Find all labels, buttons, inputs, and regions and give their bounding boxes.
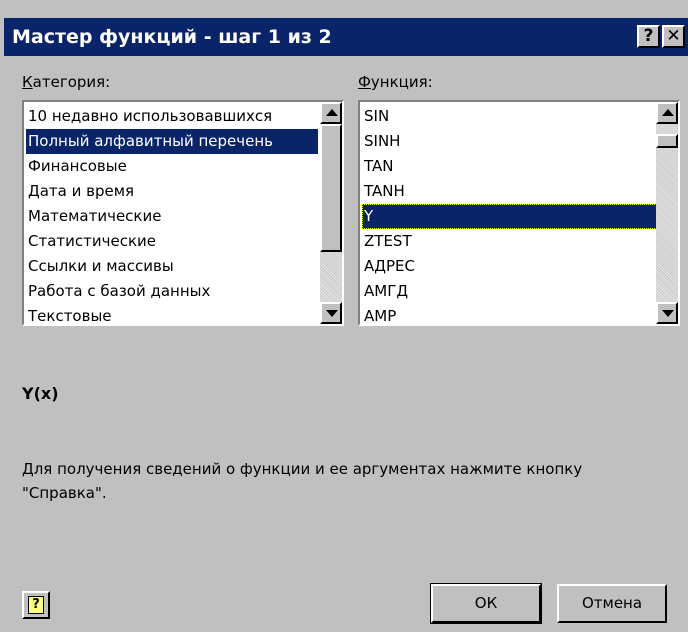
function-wizard-dialog: Мастер функций - шаг 1 из 2 ? ✕ Категори… [0, 0, 688, 632]
function-scroll-thumb[interactable] [656, 134, 678, 148]
category-listbox[interactable]: 10 недавно использовавшихся Полный алфави… [22, 100, 344, 326]
category-scrollbar[interactable] [320, 102, 342, 324]
category-list-item[interactable]: Математические [26, 204, 318, 229]
function-list-item[interactable]: TAN [362, 154, 657, 179]
function-list-item[interactable]: ZTEST [362, 229, 657, 254]
help-button[interactable]: ? [22, 591, 50, 619]
function-scrollbar[interactable] [656, 102, 678, 324]
help-icon: ? [28, 596, 44, 614]
arrow-up-icon [326, 109, 338, 116]
category-label-accel: К [22, 73, 33, 91]
function-label-text: ункция: [370, 73, 433, 91]
function-scroll-up-button[interactable] [656, 102, 678, 124]
function-list-item[interactable]: АМГД [362, 279, 657, 304]
category-list-item[interactable]: Полный алфавитный перечень [26, 129, 318, 154]
cancel-button[interactable]: Отмена [557, 584, 667, 623]
function-list-item[interactable]: Y [362, 204, 657, 229]
function-scroll-down-button[interactable] [656, 302, 678, 324]
category-list-item[interactable]: Дата и время [26, 179, 318, 204]
category-scroll-down-button[interactable] [320, 302, 342, 324]
arrow-up-icon [662, 109, 674, 116]
close-button[interactable]: ✕ [662, 25, 685, 48]
function-list-item[interactable]: TANH [362, 179, 657, 204]
category-scroll-thumb[interactable] [320, 124, 342, 252]
function-label: Функция: [358, 73, 433, 91]
function-list-item[interactable]: SINH [362, 129, 657, 154]
category-list-item[interactable]: Статистические [26, 229, 318, 254]
category-list-item[interactable]: Работа с базой данных [26, 279, 318, 304]
function-signature: Y(x) [22, 384, 59, 403]
category-list-item[interactable]: 10 недавно использовавшихся [26, 104, 318, 129]
ok-button[interactable]: ОК [430, 583, 542, 624]
function-description: Для получения сведений о функции и ее ар… [22, 460, 583, 502]
title-bar[interactable]: Мастер функций - шаг 1 из 2 ? ✕ [4, 18, 688, 56]
category-list-item[interactable]: Ссылки и массивы [26, 254, 318, 279]
arrow-down-icon [326, 310, 338, 317]
function-list-item[interactable]: SIN [362, 104, 657, 129]
arrow-down-icon [662, 310, 674, 317]
window-title: Мастер функций - шаг 1 из 2 [12, 26, 332, 48]
category-label-text: атегория: [32, 73, 111, 91]
function-list-item[interactable]: АДРЕС [362, 254, 657, 279]
category-scroll-up-button[interactable] [320, 102, 342, 124]
category-list-item[interactable]: Текстовые [26, 304, 318, 324]
help-title-button[interactable]: ? [637, 25, 660, 48]
function-label-accel: Ф [358, 73, 371, 91]
category-list-item[interactable]: Финансовые [26, 154, 318, 179]
category-label: Категория: [22, 73, 110, 91]
function-listbox[interactable]: SIN SINH TAN TANH Y ZTEST АДРЕС АМГД АМР [358, 100, 680, 326]
function-list-item[interactable]: АМР [362, 304, 657, 324]
